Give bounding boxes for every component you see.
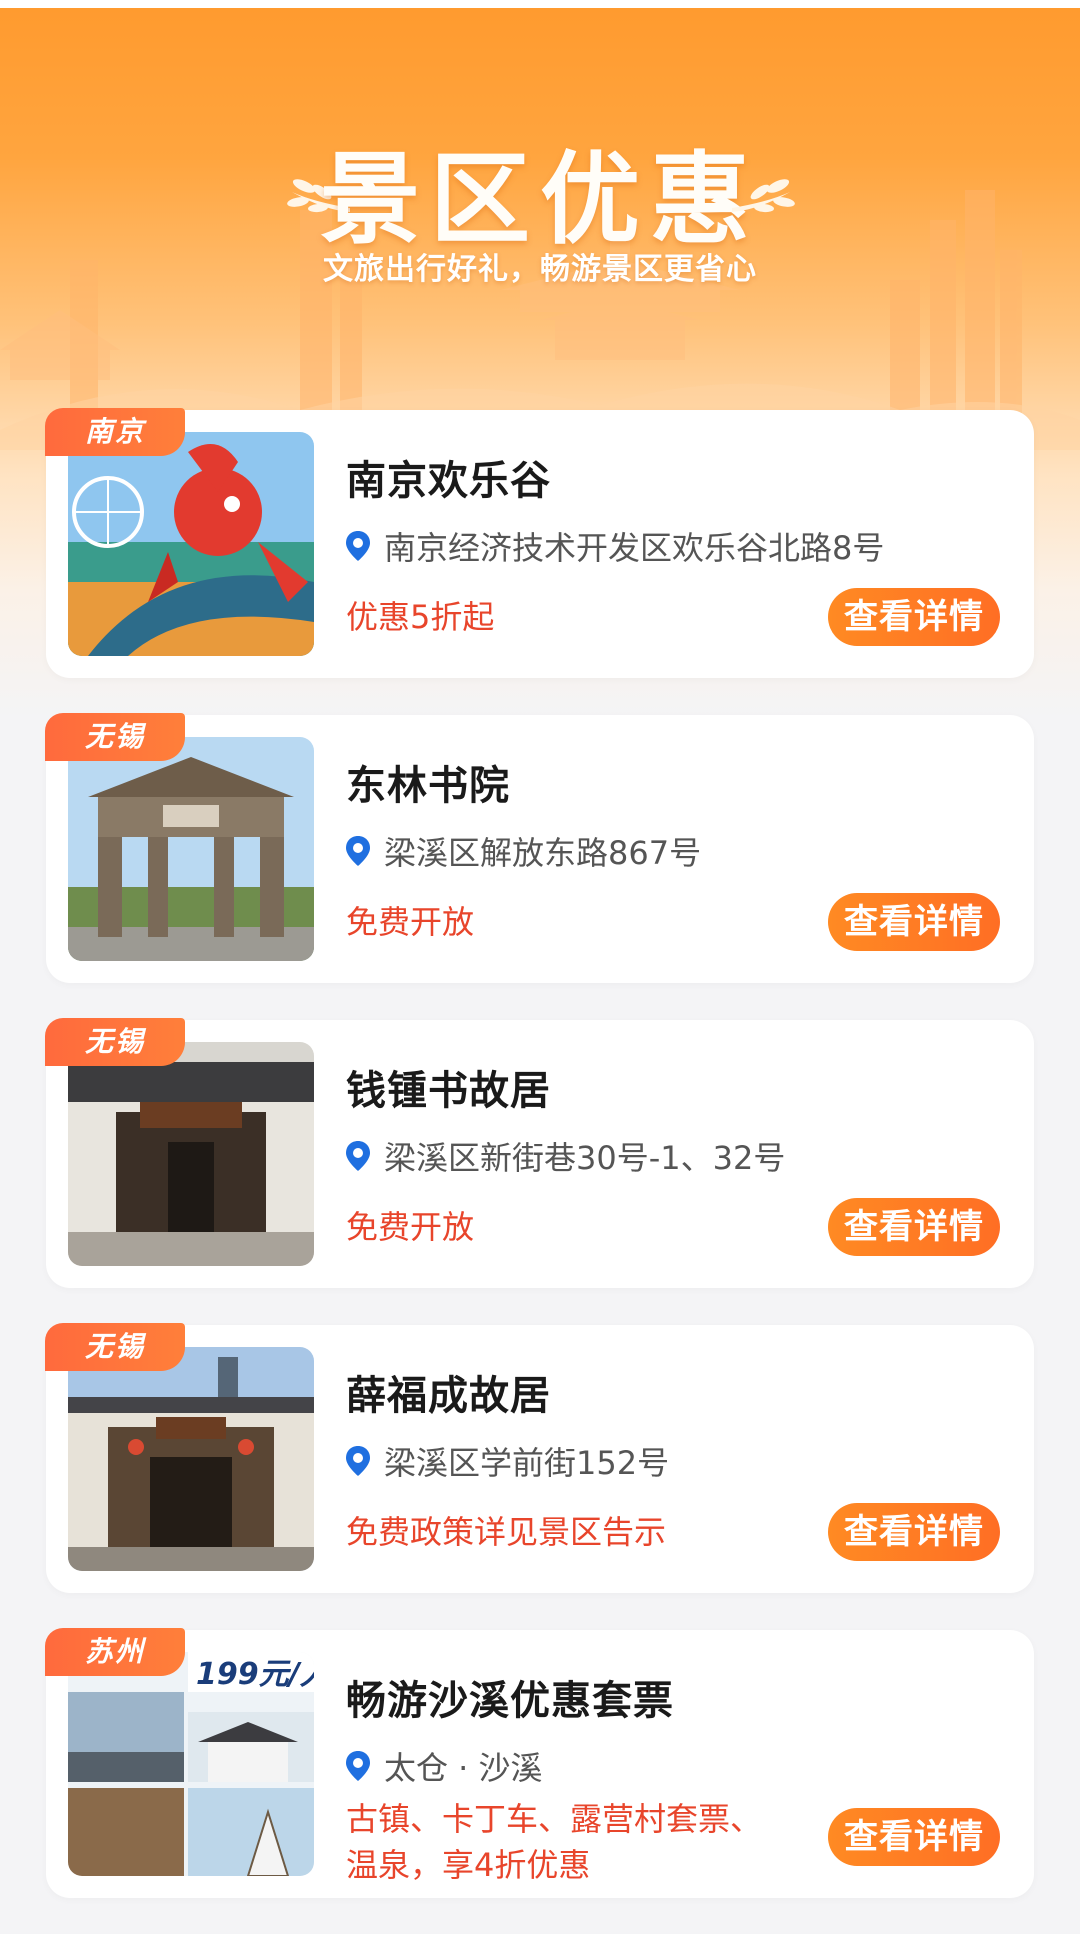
page-subtitle: 文旅出行好礼，畅游景区更省心 <box>323 252 757 287</box>
page-title: 景区优惠 <box>320 141 760 258</box>
offer-text: 优惠5折起 <box>346 598 495 636</box>
scenic-name: 南京欢乐谷 <box>346 458 551 504</box>
city-tag: 苏州 <box>45 1628 185 1676</box>
view-details-button[interactable]: 查看详情 <box>828 588 1000 646</box>
address-row: 梁溪区解放东路867号 <box>346 831 702 872</box>
scenic-card[interactable]: 南京 南京欢乐谷 南京经济技术开发区欢乐谷北路8号 优惠5折起 查看详情 <box>45 408 1034 678</box>
address-row: 南京经济技术开发区欢乐谷北路8号 <box>346 526 885 567</box>
scenic-name: 东林书院 <box>346 763 510 809</box>
offer-text: 古镇、卡丁车、露营村套票、温泉，享4折优惠 <box>346 1800 763 1884</box>
offer-text: 免费开放 <box>346 1208 475 1246</box>
location-pin-icon <box>346 1141 370 1171</box>
location-pin-icon <box>346 1751 370 1781</box>
scenic-thumbnail <box>68 737 314 961</box>
city-tag: 无锡 <box>45 1323 185 1371</box>
scenic-name: 钱锺书故居 <box>346 1068 551 1114</box>
view-details-button[interactable]: 查看详情 <box>828 1808 1000 1866</box>
location-pin-icon <box>346 531 370 561</box>
location-pin-icon <box>346 836 370 866</box>
thumbnail-price-text: 199元/人 <box>196 1657 314 1692</box>
scenic-card[interactable]: 苏州 199元/人 畅游沙溪优惠套票 太仓 · 沙溪 <box>45 1628 1034 1898</box>
laurel-right-icon <box>732 179 795 213</box>
view-details-button[interactable]: 查看详情 <box>828 1503 1000 1561</box>
offer-text: 免费政策详见景区告示 <box>346 1513 667 1551</box>
scenic-offers-page: 景区优惠 文旅出行好礼，畅游景区更省心 南京 南京欢乐谷 南京经济技术开发区欢乐… <box>0 0 1080 1934</box>
address-row: 梁溪区新街巷30号-1、32号 <box>346 1136 786 1177</box>
scenic-thumbnail: 199元/人 <box>68 1652 314 1876</box>
city-tag: 南京 <box>45 408 185 456</box>
top-band <box>0 0 1080 8</box>
scenic-thumbnail <box>68 1347 314 1571</box>
view-details-button[interactable]: 查看详情 <box>828 893 1000 951</box>
city-tag: 无锡 <box>45 713 185 761</box>
city-tag: 无锡 <box>45 1018 185 1066</box>
scenic-name: 畅游沙溪优惠套票 <box>346 1678 674 1724</box>
view-details-button[interactable]: 查看详情 <box>828 1198 1000 1256</box>
offer-text: 免费开放 <box>346 903 475 941</box>
location-pin-icon <box>346 1446 370 1476</box>
scenic-name: 薛福成故居 <box>346 1373 551 1419</box>
address-row: 太仓 · 沙溪 <box>346 1746 543 1787</box>
scenic-address: 梁溪区学前街152号 <box>384 1444 670 1482</box>
scenic-address: 梁溪区新街巷30号-1、32号 <box>384 1139 786 1177</box>
scenic-card[interactable]: 无锡 钱锺书故居 梁溪区新街巷30号-1、32号 免费开放 查看详情 <box>45 1018 1034 1288</box>
address-row: 梁溪区学前街152号 <box>346 1441 670 1482</box>
scenic-address: 太仓 · 沙溪 <box>384 1749 543 1787</box>
scenic-thumbnail <box>68 432 314 656</box>
scenic-address: 南京经济技术开发区欢乐谷北路8号 <box>384 529 885 567</box>
scenic-address: 梁溪区解放东路867号 <box>384 834 702 872</box>
scenic-thumbnail <box>68 1042 314 1266</box>
scenic-card[interactable]: 无锡 东林书院 梁溪区解放东路867号 免费开放 查看详情 <box>45 713 1034 983</box>
scenic-card[interactable]: 无锡 薛福成故居 梁溪区学前街152号 免费政策详见景区告示 查看详情 <box>45 1323 1034 1593</box>
